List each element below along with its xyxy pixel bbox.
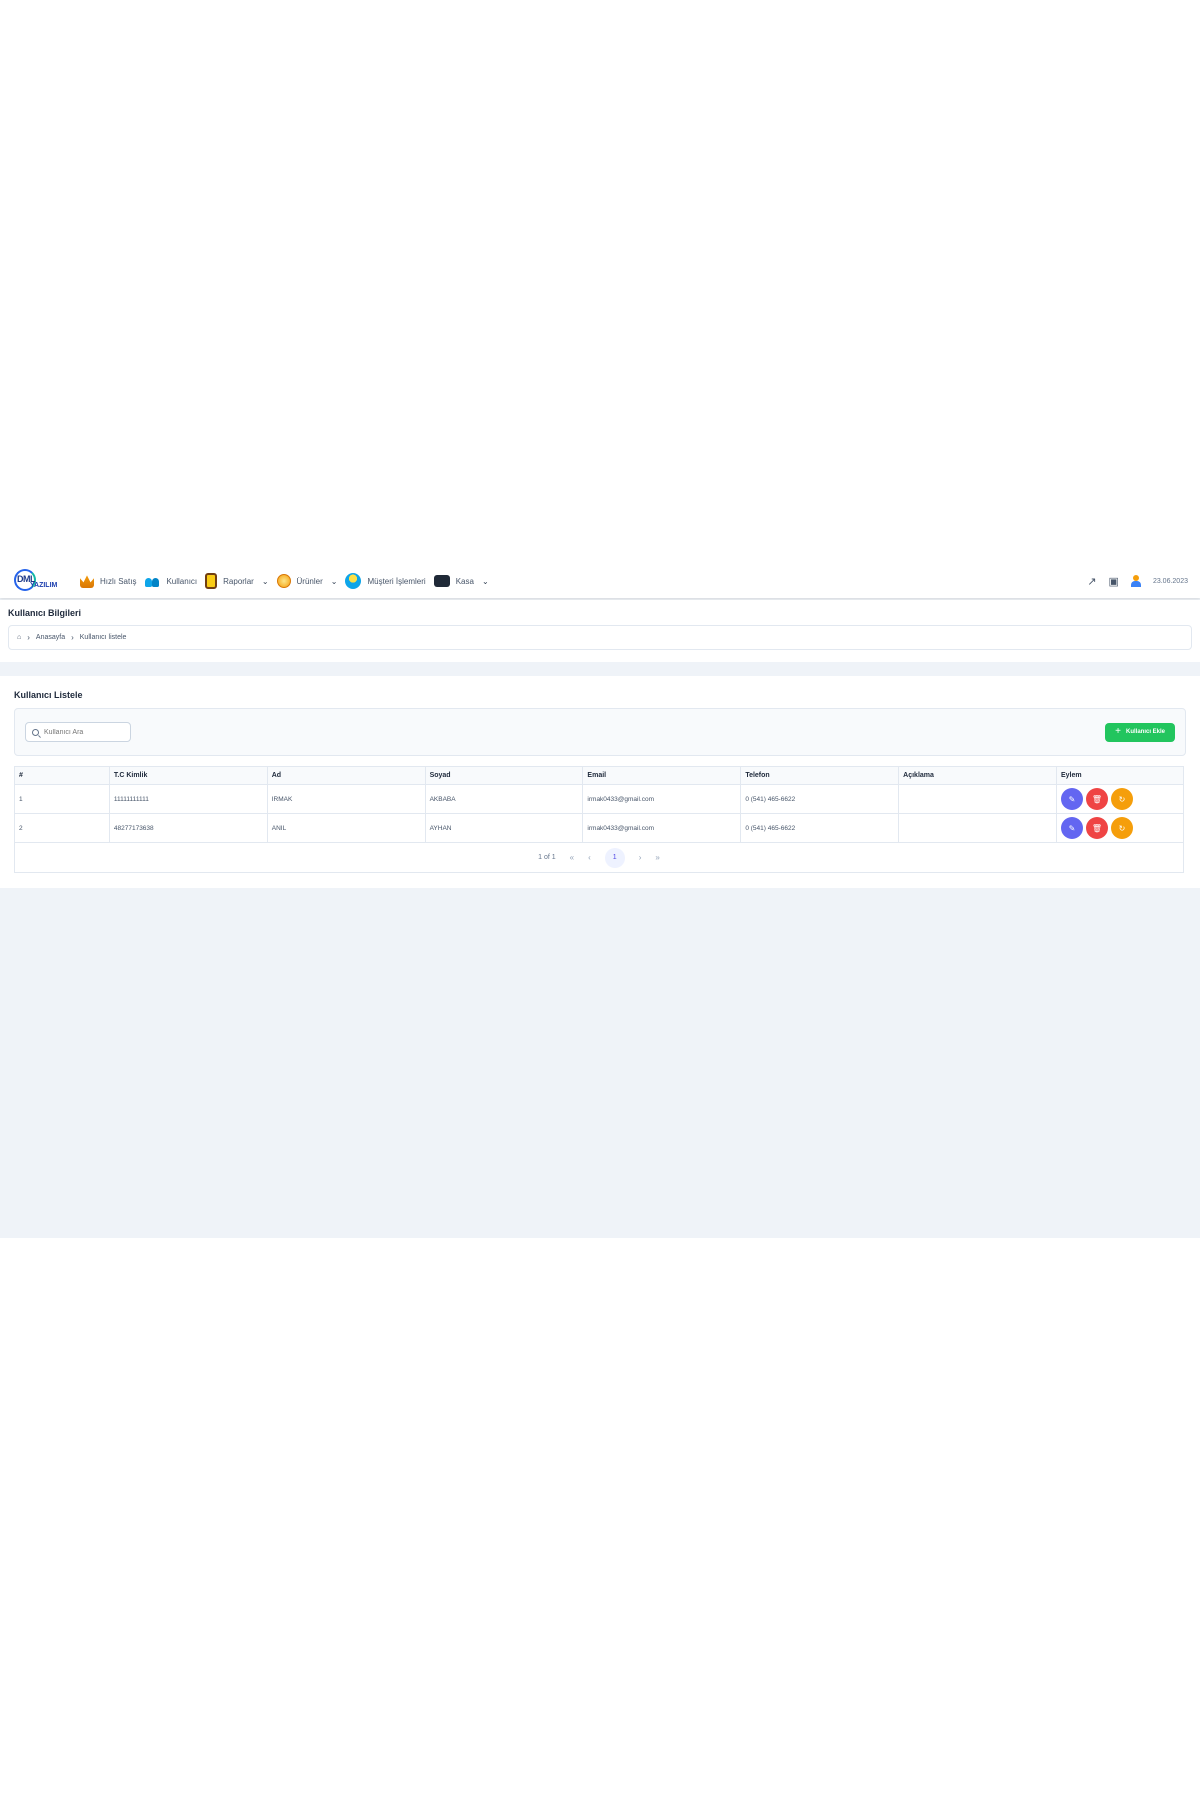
cell-actions: ✎ 🗑 ↻ (1056, 784, 1184, 814)
nav-item-label: Hızlı Satış (100, 576, 137, 586)
briefcase-icon[interactable]: ▣ (1109, 575, 1119, 588)
nav-item-label: Kasa (455, 576, 474, 586)
chevron-down-icon: ⌄ (481, 576, 489, 586)
nav-item-label: Ürünler (296, 576, 323, 586)
logo[interactable]: DML YAZILIM (12, 567, 64, 595)
column-header: Eylem (1056, 766, 1184, 785)
table-row: 2 48277173638 ANIL AYHAN irmak0433@gmail… (14, 813, 1184, 843)
cell-tc: 48277173638 (108, 813, 268, 843)
refresh-icon: ↻ (1118, 794, 1126, 804)
app-shell: DML YAZILIM Hızlı Satış Kullanıcı Raporl… (0, 564, 1200, 1238)
column-header[interactable]: Soyad (424, 766, 584, 785)
column-header[interactable]: T.C Kimlik (108, 766, 268, 785)
plus-icon: + (1115, 726, 1121, 737)
header-tools: ↗ ▣ 23.06.2023 (1087, 575, 1188, 588)
customer-icon (345, 573, 362, 589)
reset-button[interactable]: ↻ (1111, 817, 1133, 839)
user-table: # T.C Kimlik Ad Soyad Email Telefon Açık… (14, 766, 1184, 873)
page-button-current[interactable]: 1 (604, 847, 625, 868)
nav-item-urunler[interactable]: Ürünler ⌄ (276, 574, 338, 588)
add-user-button[interactable]: + Kullanıcı Ekle (1105, 722, 1175, 742)
nav-item-kasa[interactable]: Kasa ⌄ (433, 575, 489, 587)
search-box (25, 722, 131, 742)
cell-no: 1 (14, 784, 110, 814)
cell-tc: 11111111111 (108, 784, 268, 814)
avatar[interactable] (1130, 575, 1141, 587)
pencil-icon: ✎ (1068, 794, 1076, 804)
pencil-icon: ✎ (1068, 823, 1076, 833)
edit-button[interactable]: ✎ (1061, 788, 1083, 810)
column-header[interactable]: # (14, 766, 110, 785)
header-date: 23.06.2023 (1152, 577, 1188, 585)
breadcrumb-item-home[interactable]: Anasayfa (36, 634, 65, 641)
row-actions: ✎ 🗑 ↻ (1061, 817, 1179, 839)
info-card: Kullanıcı Bilgileri ⌂ › Anasayfa › Kulla… (0, 600, 1200, 662)
nav-item-hizli-satis[interactable]: Hızlı Satış (80, 574, 136, 588)
cash-register-icon (433, 575, 450, 587)
column-header[interactable]: Email (582, 766, 742, 785)
cell-actions: ✎ 🗑 ↻ (1056, 813, 1184, 843)
cell-telefon: 0 (541) 465-6622 (740, 784, 900, 814)
cell-email: irmak0433@gmail.com (582, 813, 742, 843)
trash-icon: 🗑 (1091, 794, 1103, 804)
chart-line-icon[interactable]: ↗ (1087, 575, 1096, 588)
table-header-row: # T.C Kimlik Ad Soyad Email Telefon Açık… (14, 766, 1184, 785)
cell-aciklama (898, 813, 1057, 843)
prev-page-icon[interactable]: ‹ (588, 853, 591, 862)
cell-telefon: 0 (541) 465-6622 (740, 813, 900, 843)
page-title: Kullanıcı Bilgileri (8, 608, 82, 618)
column-header[interactable]: Açıklama (898, 766, 1057, 785)
cell-soyad: AYHAN (424, 813, 584, 843)
list-title: Kullanıcı Listele (14, 690, 83, 700)
last-page-icon[interactable]: » (655, 853, 659, 862)
nav-item-label: Kullanıcı (166, 576, 198, 586)
nav-item-kullanici[interactable]: Kullanıcı (144, 574, 197, 588)
breadcrumb-item-current: Kullanıcı listele (79, 634, 127, 641)
column-header[interactable]: Telefon (740, 766, 900, 785)
nav-item-musteri-islemleri[interactable]: Müşteri İşlemleri (345, 573, 426, 589)
users-icon (144, 574, 160, 588)
home-icon[interactable]: ⌂ (17, 634, 21, 641)
logo-subtext: YAZILIM (30, 582, 58, 589)
delete-button[interactable]: 🗑 (1086, 788, 1108, 810)
delete-button[interactable]: 🗑 (1086, 817, 1108, 839)
chevron-down-icon: ⌄ (330, 576, 338, 586)
pagination-summary: 1 of 1 (538, 854, 556, 861)
search-icon (32, 728, 39, 736)
list-toolbar: + Kullanıcı Ekle (14, 708, 1186, 756)
chevron-right-icon: › (27, 633, 30, 642)
cell-soyad: AKBABA (424, 784, 584, 814)
next-page-icon[interactable]: › (639, 853, 642, 862)
column-header[interactable]: Ad (266, 766, 426, 785)
cell-ad: IRMAK (266, 784, 426, 814)
search-input[interactable] (44, 728, 124, 736)
add-user-button-label: Kullanıcı Ekle (1125, 729, 1165, 735)
breadcrumb: ⌂ › Anasayfa › Kullanıcı listele (8, 625, 1192, 650)
table-row: 1 11111111111 IRMAK AKBABA irmak0433@gma… (14, 784, 1184, 814)
nav-item-raporlar[interactable]: Raporlar ⌄ (205, 573, 269, 589)
pagination-row: 1 of 1 « ‹ 1 › » (14, 842, 1184, 873)
pagination: 1 of 1 « ‹ 1 › » (19, 847, 1179, 868)
crown-icon (80, 575, 94, 588)
refresh-icon: ↻ (1118, 823, 1126, 833)
top-navbar: DML YAZILIM Hızlı Satış Kullanıcı Raporl… (0, 564, 1200, 598)
cell-email: irmak0433@gmail.com (582, 784, 742, 814)
trash-icon: 🗑 (1091, 823, 1103, 833)
edit-button[interactable]: ✎ (1061, 817, 1083, 839)
user-list-card: Kullanıcı Listele + Kullanıcı Ekle # T.C… (0, 676, 1200, 888)
nav-item-label: Raporlar (223, 576, 254, 586)
cell-aciklama (898, 784, 1057, 814)
chevron-right-icon: › (71, 633, 74, 642)
chevron-down-icon: ⌄ (261, 576, 269, 586)
coin-icon (276, 574, 291, 588)
cell-no: 2 (14, 813, 110, 843)
pagination-cell: 1 of 1 « ‹ 1 › » (14, 842, 1184, 873)
nav-item-label: Müşteri İşlemleri (367, 576, 426, 586)
main-nav: Hızlı Satış Kullanıcı Raporlar ⌄ Ürünler… (80, 573, 489, 589)
first-page-icon[interactable]: « (570, 853, 574, 862)
reset-button[interactable]: ↻ (1111, 788, 1133, 810)
row-actions: ✎ 🗑 ↻ (1061, 788, 1179, 810)
cell-ad: ANIL (266, 813, 426, 843)
report-icon (205, 573, 218, 589)
